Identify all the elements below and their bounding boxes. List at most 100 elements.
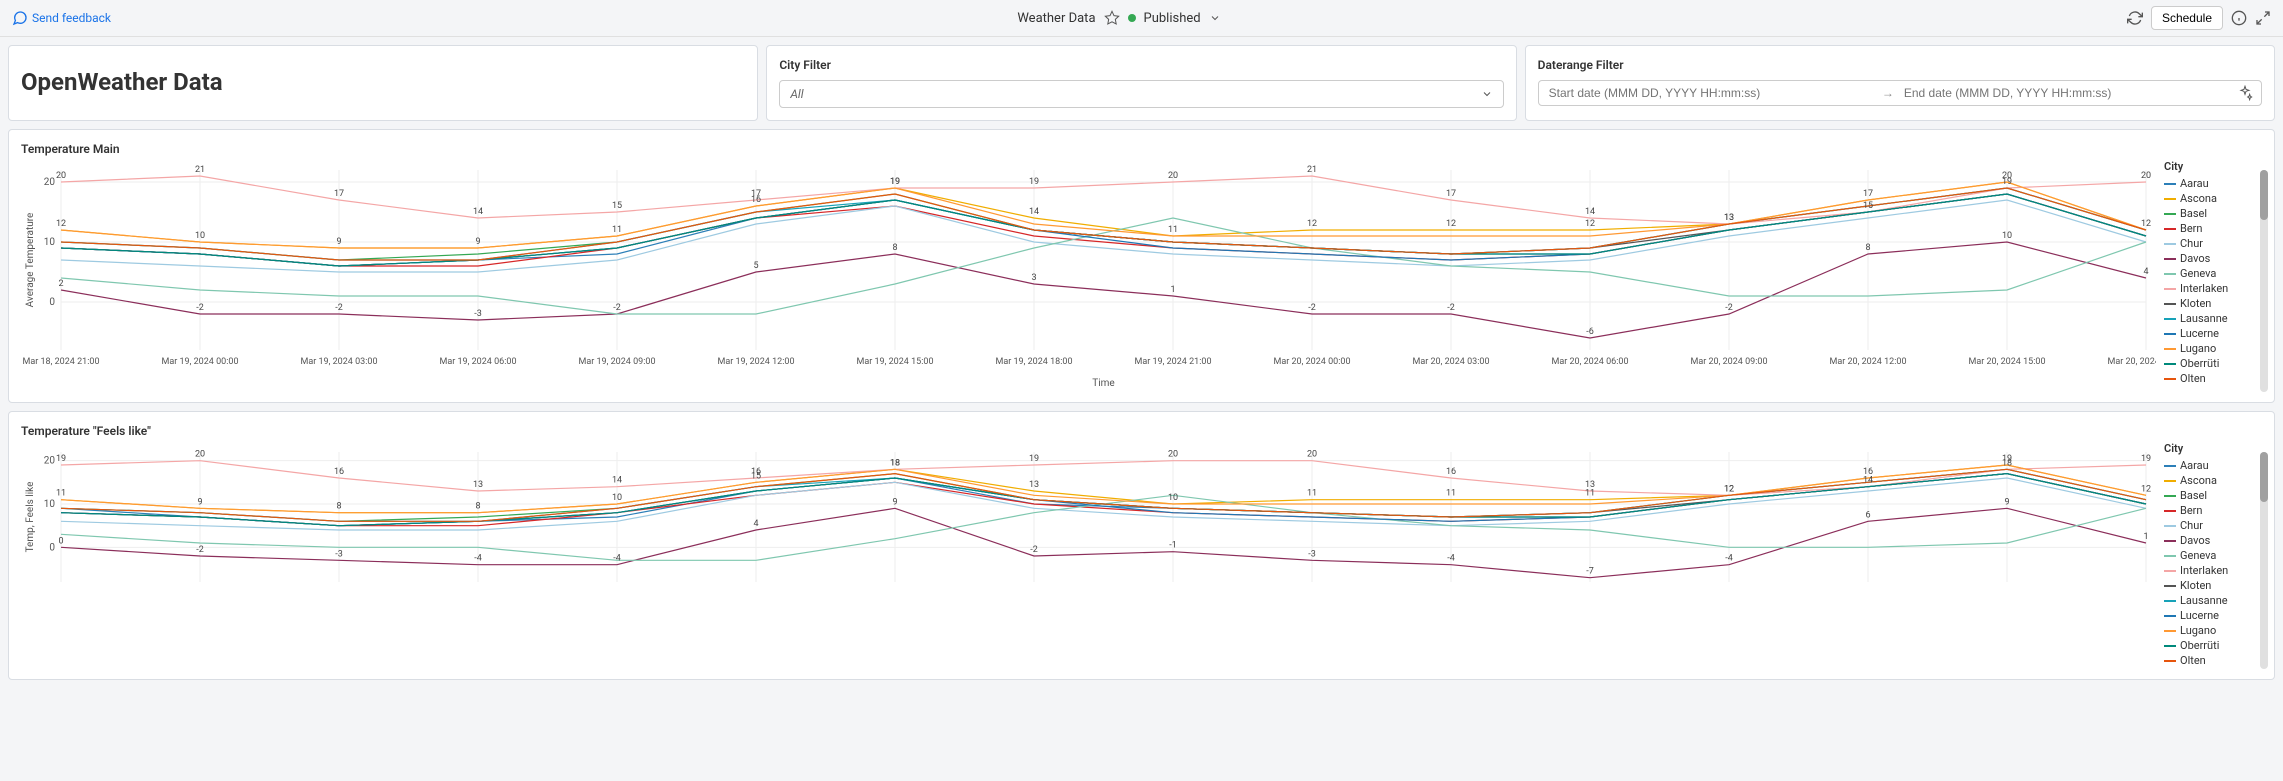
svg-text:17: 17 (334, 189, 344, 199)
series-lausanne[interactable] (61, 469, 2146, 521)
svg-text:8: 8 (336, 502, 341, 512)
legend-label: Aarau (2180, 459, 2209, 472)
legend-item[interactable]: Davos (2164, 534, 2254, 547)
legend-item[interactable]: Oberrüti (2164, 357, 2254, 370)
end-date-input[interactable] (1902, 85, 2229, 101)
refresh-icon (2127, 10, 2143, 26)
svg-text:Mar 20, 2024 00:00: Mar 20, 2024 00:00 (1273, 357, 1350, 367)
svg-text:10: 10 (44, 237, 56, 248)
legend-item[interactable]: Lucerne (2164, 609, 2254, 622)
svg-text:-6: -6 (1586, 327, 1594, 337)
svg-text:Temp, Feels like: Temp, Feels like (25, 482, 36, 553)
city-filter-panel: City Filter All (766, 45, 1516, 121)
legend-label: Lugano (2180, 342, 2216, 355)
svg-text:2: 2 (58, 279, 63, 289)
legend-item[interactable]: Basel (2164, 207, 2254, 220)
scrollbar[interactable] (2260, 452, 2268, 669)
svg-text:4: 4 (2143, 267, 2148, 277)
svg-text:Mar 19, 2024 00:00: Mar 19, 2024 00:00 (161, 357, 238, 367)
refresh-button[interactable] (2127, 10, 2143, 26)
svg-text:12: 12 (56, 219, 66, 229)
legend-item[interactable]: Olten (2164, 654, 2254, 667)
svg-text:8: 8 (475, 502, 480, 512)
legend-item[interactable]: Davos (2164, 252, 2254, 265)
svg-text:9: 9 (2004, 497, 2009, 507)
svg-text:18: 18 (890, 458, 900, 468)
svg-text:0: 0 (58, 536, 63, 546)
legend-item[interactable]: Chur (2164, 237, 2254, 250)
legend-item[interactable]: Lausanne (2164, 594, 2254, 607)
svg-text:21: 21 (1307, 165, 1317, 175)
status-dropdown[interactable] (1209, 12, 1221, 24)
svg-text:13: 13 (1029, 480, 1039, 490)
star-icon[interactable] (1104, 10, 1120, 26)
series-olten[interactable] (61, 469, 2146, 521)
city-filter-select[interactable]: All (779, 80, 1503, 108)
series-lausanne[interactable] (61, 188, 2146, 260)
legend-label: Interlaken (2180, 564, 2228, 577)
legend-item[interactable]: Bern (2164, 222, 2254, 235)
chart1-svg[interactable]: 010201210991116191411121212131720122-2-2… (21, 160, 2156, 390)
fullscreen-button[interactable] (2255, 10, 2271, 26)
city-filter-value: All (790, 87, 803, 101)
legend-item[interactable]: Oberrüti (2164, 639, 2254, 652)
legend-item[interactable]: Basel (2164, 489, 2254, 502)
legend-swatch (2164, 645, 2176, 647)
legend-item[interactable]: Kloten (2164, 297, 2254, 310)
series-basel[interactable] (61, 188, 2146, 260)
legend-label: Lucerne (2180, 609, 2219, 622)
svg-text:Mar 20, 2024 03:00: Mar 20, 2024 03:00 (1412, 357, 1489, 367)
info-button[interactable] (2231, 10, 2247, 26)
series-davos[interactable] (61, 508, 2146, 577)
legend-item[interactable]: Bern (2164, 504, 2254, 517)
chart2-svg[interactable]: 01020119881015181310111111121619120-2-3-… (21, 442, 2156, 602)
legend-item[interactable]: Lucerne (2164, 327, 2254, 340)
svg-text:20: 20 (1168, 171, 1178, 181)
legend-item[interactable]: Ascona (2164, 474, 2254, 487)
svg-text:19: 19 (2141, 454, 2151, 464)
legend-item[interactable]: Lugano (2164, 342, 2254, 355)
chevron-down-icon (1209, 12, 1221, 24)
svg-text:14: 14 (1863, 476, 1873, 486)
svg-text:20: 20 (44, 177, 56, 188)
send-feedback-link[interactable]: Send feedback (12, 10, 111, 26)
svg-text:10: 10 (44, 499, 56, 510)
svg-text:9: 9 (197, 497, 202, 507)
legend-title: City (2164, 160, 2254, 173)
legend-item[interactable]: Ascona (2164, 192, 2254, 205)
svg-text:12: 12 (1724, 484, 1734, 494)
chart1-title: Temperature Main (21, 142, 2254, 156)
svg-text:10: 10 (2002, 231, 2012, 241)
series-basel[interactable] (61, 469, 2146, 521)
legend-item[interactable]: Interlaken (2164, 282, 2254, 295)
daterange-magic-button[interactable] (2237, 85, 2253, 101)
legend-label: Lausanne (2180, 594, 2228, 607)
legend-item[interactable]: Kloten (2164, 579, 2254, 592)
legend-item[interactable]: Aarau (2164, 459, 2254, 472)
chart2-title: Temperature "Feels like" (21, 424, 2254, 438)
legend-item[interactable]: Lugano (2164, 624, 2254, 637)
series-olten[interactable] (61, 188, 2146, 260)
main-container: OpenWeather Data City Filter All Dateran… (0, 37, 2283, 688)
series-davos[interactable] (61, 242, 2146, 338)
svg-text:12: 12 (2141, 219, 2151, 229)
legend-item[interactable]: Interlaken (2164, 564, 2254, 577)
series-geneva[interactable] (61, 495, 2146, 560)
legend-swatch (2164, 540, 2176, 542)
legend-item[interactable]: Lausanne (2164, 312, 2254, 325)
start-date-input[interactable] (1547, 85, 1874, 101)
daterange-filter-panel: Daterange Filter → (1525, 45, 2275, 121)
svg-text:11: 11 (1585, 489, 1595, 499)
svg-text:-2: -2 (1725, 303, 1733, 313)
legend-item[interactable]: Geneva (2164, 267, 2254, 280)
legend-item[interactable]: Chur (2164, 519, 2254, 532)
legend-title: City (2164, 442, 2254, 455)
legend-item[interactable]: Olten (2164, 372, 2254, 385)
legend-item[interactable]: Geneva (2164, 549, 2254, 562)
scrollbar[interactable] (2260, 170, 2268, 392)
svg-text:13: 13 (1724, 213, 1734, 223)
legend-item[interactable]: Aarau (2164, 177, 2254, 190)
svg-text:-1: -1 (1169, 541, 1177, 551)
schedule-button[interactable]: Schedule (2151, 6, 2223, 30)
svg-text:Mar 20, 2024 18:00: Mar 20, 2024 18:00 (2107, 357, 2156, 367)
